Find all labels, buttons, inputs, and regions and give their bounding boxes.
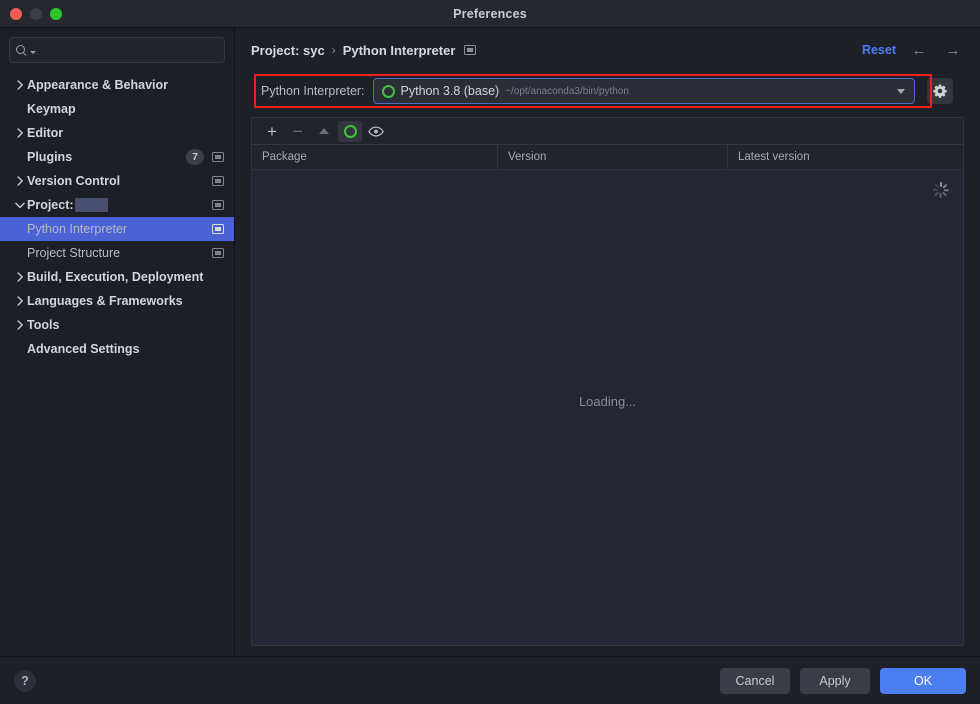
search-icon [16, 44, 27, 56]
breadcrumb-separator: › [331, 43, 336, 57]
sidebar-item-label: Editor [27, 126, 64, 140]
plus-icon: + [267, 121, 277, 141]
reset-link[interactable]: Reset [862, 43, 896, 57]
packages-toolbar: + − [252, 118, 963, 145]
chevron-right-icon[interactable] [13, 80, 27, 90]
chevron-right-icon[interactable] [13, 128, 27, 138]
sidebar-item-label: Languages & Frameworks [27, 294, 183, 308]
scope-icon [212, 248, 224, 258]
python-interpreter-select[interactable]: Python 3.8 (base) ~/opt/anaconda3/bin/py… [372, 78, 915, 104]
apply-button[interactable]: Apply [800, 667, 870, 694]
sidebar-item-tools[interactable]: Tools [0, 313, 234, 337]
remove-package-button[interactable]: − [286, 121, 310, 142]
settings-sidebar: Appearance & Behavior Keymap Editor Plug… [0, 28, 235, 656]
forward-arrow-icon[interactable]: → [942, 39, 964, 61]
search-input[interactable] [9, 37, 225, 63]
breadcrumb: Project: syc › Python Interpreter Reset … [251, 32, 964, 68]
sidebar-item-build-execution-deployment[interactable]: Build, Execution, Deployment [0, 265, 234, 289]
sidebar-item-keymap[interactable]: Keymap [0, 97, 234, 121]
packages-table-header: Package Version Latest version [252, 145, 963, 170]
chevron-right-icon[interactable] [13, 272, 27, 282]
back-arrow-icon[interactable]: ← [908, 39, 930, 61]
chevron-right-icon[interactable] [13, 176, 27, 186]
minus-icon: − [293, 121, 303, 141]
main-pane: Project: syc › Python Interpreter Reset … [235, 28, 980, 656]
packages-panel: + − Package Version Latest version Loadi… [251, 117, 964, 646]
interpreter-label: Python Interpreter: [261, 84, 365, 98]
minimize-window-button[interactable] [30, 7, 42, 20]
sidebar-item-label: Appearance & Behavior [27, 78, 169, 92]
sidebar-item-label: Build, Execution, Deployment [27, 270, 204, 284]
interpreter-row: Python Interpreter: Python 3.8 (base) ~/… [251, 74, 964, 108]
column-header-latest-version[interactable]: Latest version [728, 145, 963, 169]
loading-spinner-icon [932, 182, 949, 198]
dialog-footer: ? Cancel Apply OK [0, 656, 980, 704]
triangle-up-icon [319, 128, 329, 134]
traffic-lights [0, 7, 62, 20]
upgrade-package-button[interactable] [312, 121, 336, 142]
sidebar-item-python-interpreter[interactable]: Python Interpreter [0, 217, 234, 241]
sidebar-item-advanced-settings[interactable]: Advanced Settings [0, 337, 234, 361]
interpreter-name: Python 3.8 (base) [400, 84, 500, 98]
packages-table-body: Loading... [252, 170, 963, 645]
redacted-project-name [74, 198, 108, 212]
add-package-button[interactable]: + [260, 121, 284, 142]
sidebar-item-appearance-behavior[interactable]: Appearance & Behavior [0, 73, 234, 97]
scope-icon [212, 176, 224, 186]
breadcrumb-project[interactable]: Project: syc [251, 43, 325, 58]
title-bar: Preferences [0, 0, 980, 28]
loading-text: Loading... [578, 394, 637, 409]
sidebar-item-version-control[interactable]: Version Control [0, 169, 234, 193]
sidebar-item-project-structure[interactable]: Project Structure [0, 241, 234, 265]
chevron-right-icon[interactable] [13, 320, 27, 330]
dialog-body: Appearance & Behavior Keymap Editor Plug… [0, 28, 980, 656]
sidebar-item-editor[interactable]: Editor [0, 121, 234, 145]
sidebar-item-label: Plugins [27, 150, 73, 164]
conda-ring-icon [343, 124, 357, 138]
sidebar-item-label: Keymap [27, 102, 76, 116]
sidebar-item-label: Project Structure [27, 246, 121, 260]
scope-icon [212, 224, 224, 234]
sidebar-item-label: Project: [27, 198, 74, 212]
breadcrumb-page: Python Interpreter [342, 42, 456, 58]
scope-icon [212, 200, 224, 210]
gear-icon [932, 84, 947, 98]
sidebar-item-project[interactable]: Project: [0, 193, 234, 217]
column-header-version[interactable]: Version [498, 145, 728, 169]
help-button[interactable]: ? [14, 669, 36, 692]
ok-button[interactable]: OK [880, 667, 966, 694]
conda-toggle-button[interactable] [338, 120, 362, 142]
conda-ring-icon [381, 84, 395, 98]
chevron-down-icon[interactable] [30, 50, 36, 54]
preferences-window: Preferences Appearance & Behavior Keymap… [0, 0, 980, 704]
column-header-package[interactable]: Package [252, 145, 498, 169]
window-title: Preferences [453, 6, 527, 21]
interpreter-settings-button[interactable] [926, 78, 953, 104]
settings-tree: Appearance & Behavior Keymap Editor Plug… [0, 71, 234, 656]
plugins-update-badge: 7 [186, 149, 204, 165]
cancel-button[interactable]: Cancel [720, 667, 790, 694]
sidebar-search-wrap [0, 37, 234, 71]
eye-icon [368, 125, 384, 137]
show-early-releases-button[interactable] [364, 121, 388, 142]
sidebar-item-label: Python Interpreter [27, 222, 128, 236]
sidebar-item-label: Advanced Settings [27, 342, 140, 356]
chevron-right-icon[interactable] [13, 296, 27, 306]
close-window-button[interactable] [10, 7, 22, 20]
scope-icon [464, 45, 477, 55]
interpreter-path: ~/opt/anaconda3/bin/python [505, 85, 629, 97]
chevron-down-icon[interactable] [13, 202, 27, 209]
dialog-buttons: Cancel Apply OK [720, 667, 966, 694]
sidebar-item-label: Version Control [27, 174, 121, 188]
sidebar-item-languages-frameworks[interactable]: Languages & Frameworks [0, 289, 234, 313]
maximize-window-button[interactable] [50, 7, 62, 20]
scope-icon [212, 152, 224, 162]
sidebar-item-plugins[interactable]: Plugins 7 [0, 145, 234, 169]
chevron-down-icon[interactable] [896, 88, 905, 94]
sidebar-item-label: Tools [27, 318, 60, 332]
